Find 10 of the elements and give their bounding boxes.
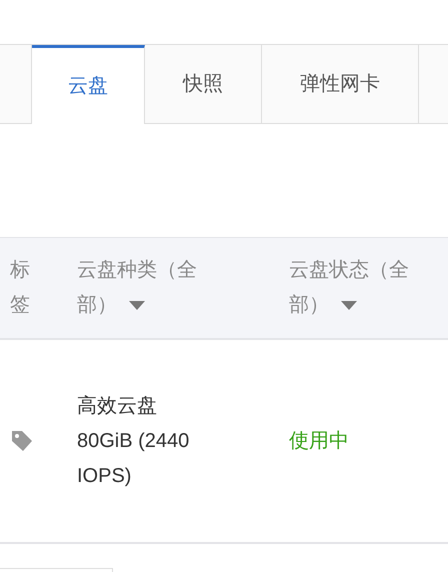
status-text: 使用中 xyxy=(289,430,349,452)
tab[interactable]: 快照 xyxy=(145,45,262,124)
tab-edge[interactable] xyxy=(419,45,448,124)
column-header: 标签 xyxy=(10,258,31,318)
column-header[interactable]: 云盘状态（全部） xyxy=(289,253,439,323)
table-cell-text: 高效云盘 80GiB (2440 IOPS) xyxy=(77,394,190,488)
tab-edge[interactable] xyxy=(0,45,32,124)
tab[interactable]: 弹性网卡 xyxy=(262,45,419,124)
column-header[interactable]: 云盘种类（全部） xyxy=(77,253,227,323)
tab[interactable]: 云盘 xyxy=(32,45,145,124)
